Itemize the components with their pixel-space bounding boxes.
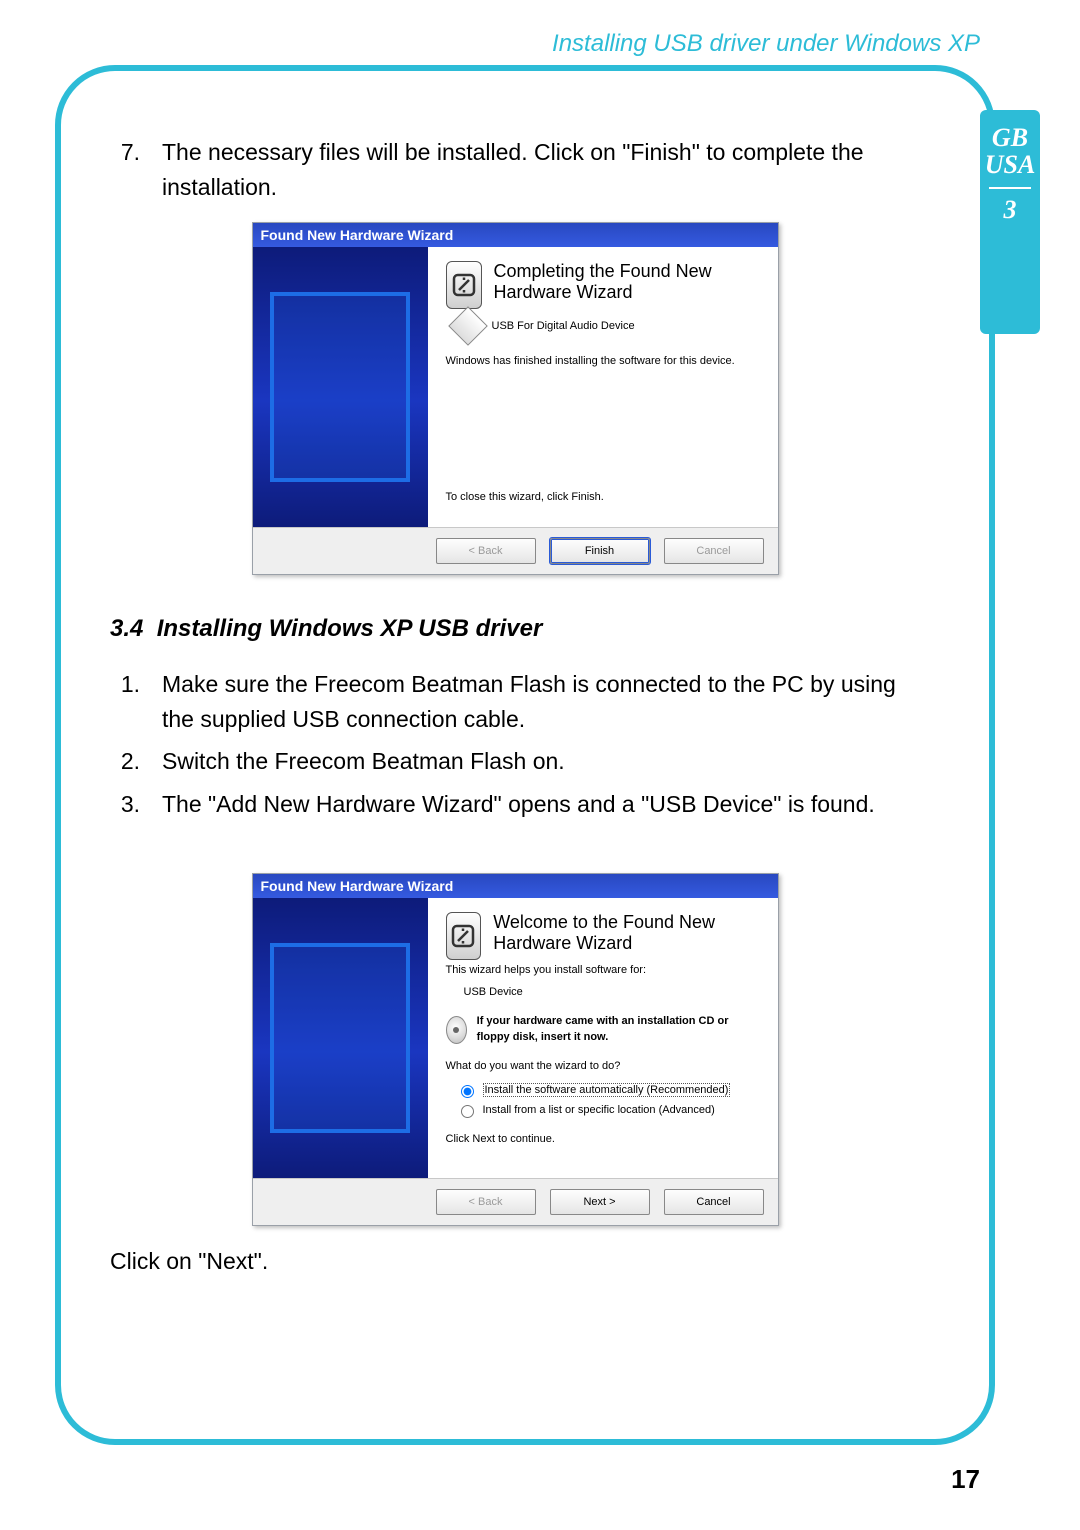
device-icon — [446, 261, 482, 309]
radio-advanced[interactable] — [461, 1105, 474, 1118]
step-7-text: The necessary files will be installed. C… — [162, 135, 920, 204]
wizard-welcome-title: Found New Hardware Wizard — [253, 874, 778, 898]
wizard-welcome-sidebar — [253, 898, 428, 1178]
wizard-finish-close-hint: To close this wizard, click Finish. — [446, 490, 762, 505]
page-header-title: Installing USB driver under Windows XP — [60, 30, 980, 58]
radio-auto[interactable] — [461, 1085, 474, 1098]
cancel-button[interactable]: Cancel — [664, 1189, 764, 1215]
step-2: 2. Switch the Freecom Beatman Flash on. — [110, 744, 920, 779]
wizard-welcome-buttons: < Back Next > Cancel — [253, 1178, 778, 1225]
finish-button[interactable]: Finish — [550, 538, 650, 564]
side-tab-line1: GB — [992, 123, 1028, 152]
side-tab-line2: USA — [985, 150, 1036, 179]
step-1: 1. Make sure the Freecom Beatman Flash i… — [110, 667, 920, 736]
subsection-heading: 3.4 Installing Windows XP USB driver — [110, 615, 920, 643]
back-button[interactable]: < Back — [436, 538, 536, 564]
device-icon — [446, 912, 482, 960]
wizard-finish-dialog: Found New Hardware Wizard Completing the… — [252, 222, 779, 575]
step-3-number: 3. — [110, 787, 140, 822]
step-3: 3. The "Add New Hardware Wizard" opens a… — [110, 787, 920, 822]
step-7-number: 7. — [110, 135, 140, 204]
radio-option-advanced[interactable]: Install from a list or specific location… — [456, 1102, 762, 1118]
side-tab: GB USA 3 — [980, 110, 1040, 334]
wizard-finish-device: USB For Digital Audio Device — [492, 320, 635, 332]
step-1-number: 1. — [110, 667, 140, 736]
wizard-finish-status: Windows has finished installing the soft… — [446, 354, 762, 369]
step-2-number: 2. — [110, 744, 140, 779]
step-1-text: Make sure the Freecom Beatman Flash is c… — [162, 667, 920, 736]
wizard-welcome-cd-hint: If your hardware came with an installati… — [477, 1014, 762, 1045]
wizard-welcome-question: What do you want the wizard to do? — [446, 1059, 762, 1074]
wizard-finish-buttons: < Back Finish Cancel — [253, 527, 778, 574]
step-7: 7. The necessary files will be installed… — [110, 135, 920, 204]
wizard-finish-heading: Completing the Found New Hardware Wizard — [494, 261, 762, 302]
wizard-welcome-dialog: Found New Hardware Wizard Welcome to the… — [252, 873, 779, 1226]
radio-option-auto[interactable]: Install the software automatically (Reco… — [456, 1082, 762, 1098]
side-tab-rule — [989, 187, 1031, 189]
cancel-button[interactable]: Cancel — [664, 538, 764, 564]
step-2-text: Switch the Freecom Beatman Flash on. — [162, 744, 565, 779]
wizard-finish-sidebar — [253, 247, 428, 527]
page-number: 17 — [951, 1464, 980, 1495]
wizard-sidebar-graphic — [253, 898, 428, 1178]
wizard-welcome-continue-hint: Click Next to continue. — [446, 1132, 762, 1147]
back-button[interactable]: < Back — [436, 1189, 536, 1215]
wizard-finish-title: Found New Hardware Wizard — [253, 223, 778, 247]
page: Installing USB driver under Windows XP G… — [0, 0, 1080, 1530]
after-wizard-text: Click on "Next". — [110, 1244, 920, 1279]
side-tab-section-number: 3 — [1004, 195, 1017, 225]
content: 7. The necessary files will be installed… — [110, 135, 920, 1279]
wizard-welcome-heading: Welcome to the Found New Hardware Wizard — [493, 912, 761, 953]
next-button[interactable]: Next > — [550, 1189, 650, 1215]
step-3-text: The "Add New Hardware Wizard" opens and … — [162, 787, 875, 822]
wizard-welcome-device: USB Device — [464, 985, 762, 1000]
wizard-sidebar-graphic — [253, 247, 428, 527]
diamond-icon — [448, 307, 488, 347]
wizard-welcome-intro: This wizard helps you install software f… — [446, 963, 762, 978]
cd-icon — [446, 1016, 467, 1044]
